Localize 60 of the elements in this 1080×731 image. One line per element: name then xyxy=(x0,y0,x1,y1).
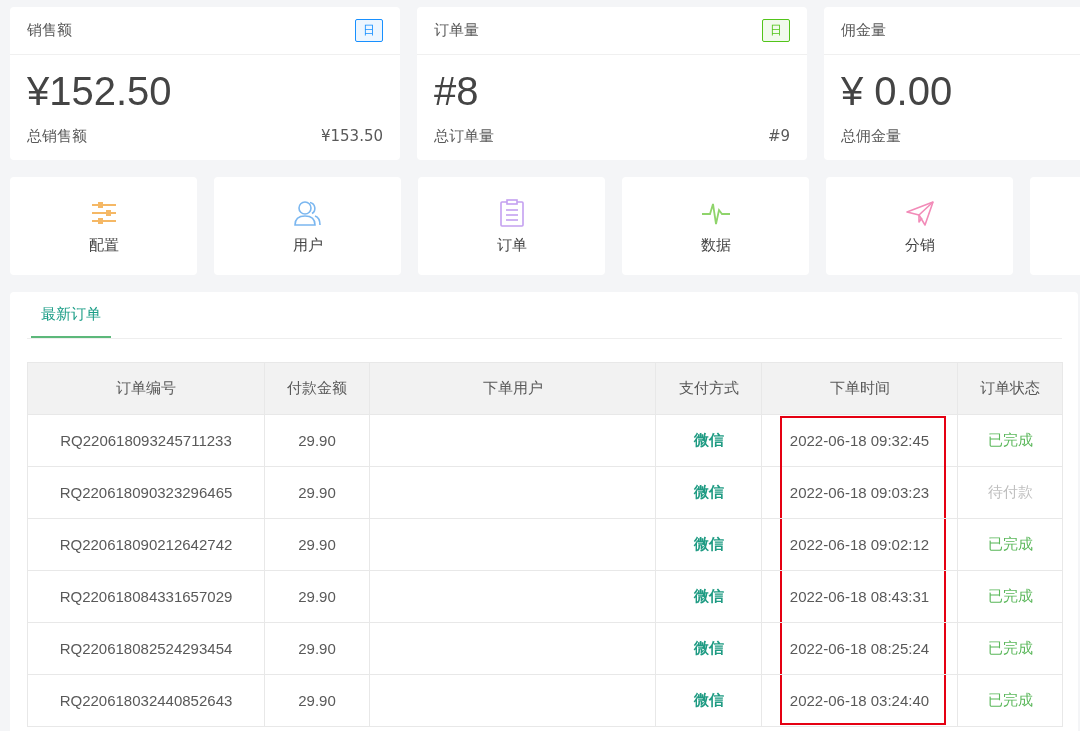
table-cell: 29.90 xyxy=(298,484,336,501)
table-cell: RQ220618032440852643 xyxy=(59,692,233,709)
stat-value: ¥152.50 xyxy=(27,68,173,115)
shortcut-tile[interactable]: 数据 xyxy=(622,177,809,275)
stat-value: #8 xyxy=(434,68,480,115)
tile-label: 分销 xyxy=(904,235,935,255)
table-cell: RQ220618082524293454 xyxy=(59,640,233,657)
total-label: 总订单量 xyxy=(434,127,494,146)
shortcut-tile[interactable]: 分销 xyxy=(826,177,1013,275)
table-cell: 微信 xyxy=(693,431,724,450)
table-cell: 微信 xyxy=(693,535,724,554)
status-text: 已完成 xyxy=(987,691,1033,710)
total-label: 总佣金量 xyxy=(841,127,901,146)
period-tag: 日 xyxy=(355,19,383,42)
table-cell: RQ220618084331657029 xyxy=(59,588,233,605)
total-label: 总销售额 xyxy=(27,127,87,146)
tile-label: 数据 xyxy=(700,235,731,255)
status-text: 已完成 xyxy=(987,587,1033,606)
table-cell: 29.90 xyxy=(298,536,336,553)
tile-label: 配置 xyxy=(88,235,119,255)
table-cell: 29.90 xyxy=(298,640,336,657)
stat-title: 订单量 xyxy=(434,21,479,40)
stat-title: 销售额 xyxy=(27,21,72,40)
shortcut-tile[interactable]: 配置 xyxy=(10,177,197,275)
stat-title: 佣金量 xyxy=(841,21,886,40)
column-header: 下单用户 xyxy=(482,379,543,398)
table-cell: RQ220618090212642742 xyxy=(59,536,233,553)
shortcut-tile[interactable]: 用户 xyxy=(214,177,401,275)
table-cell: RQ220618090323296465 xyxy=(59,484,233,501)
table-cell: 29.90 xyxy=(298,432,336,449)
shortcut-tile[interactable]: 订单 xyxy=(418,177,605,275)
table-cell: 2022-06-18 03:24:40 xyxy=(789,692,930,709)
total-value: ¥153.50 xyxy=(320,127,383,146)
tab[interactable]: 最新订单 xyxy=(31,292,111,338)
table-cell: 29.90 xyxy=(298,588,336,605)
period-tag: 日 xyxy=(762,19,790,42)
table-cell: 微信 xyxy=(693,691,724,710)
column-header: 订单编号 xyxy=(116,379,176,398)
status-text: 已完成 xyxy=(987,639,1033,658)
table-cell: 29.90 xyxy=(298,692,336,709)
status-text: 已完成 xyxy=(987,535,1033,554)
column-header: 下单时间 xyxy=(829,379,890,398)
table-cell: 2022-06-18 09:03:23 xyxy=(789,484,930,501)
table-cell: RQ220618093245711233 xyxy=(60,432,232,449)
status-text: 已完成 xyxy=(987,431,1033,450)
status-text: 待付款 xyxy=(987,483,1033,502)
table-cell: 2022-06-18 09:02:12 xyxy=(789,536,930,553)
table-cell: 2022-06-18 08:25:24 xyxy=(789,640,930,657)
table-cell: 2022-06-18 09:32:45 xyxy=(789,432,930,449)
table-cell: 微信 xyxy=(693,639,724,658)
column-header: 支付方式 xyxy=(678,379,739,398)
table-cell: 微信 xyxy=(693,587,724,606)
tile-label: 订单 xyxy=(496,235,527,255)
column-header: 付款金额 xyxy=(287,379,347,398)
tile-label: 用户 xyxy=(292,235,323,255)
total-value: #9 xyxy=(767,127,790,146)
stat-value: ¥ 0.00 xyxy=(841,68,954,115)
column-header: 订单状态 xyxy=(980,379,1040,398)
table-cell: 微信 xyxy=(693,483,724,502)
table-cell: 2022-06-18 08:43:31 xyxy=(789,588,930,605)
